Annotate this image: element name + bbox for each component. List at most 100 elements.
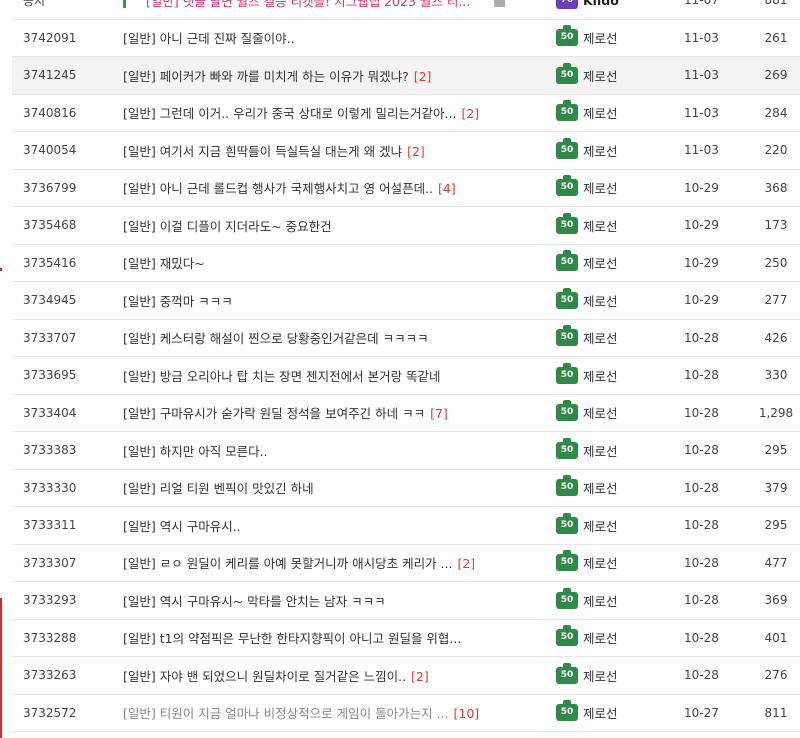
- post-title-link[interactable]: [일반] 댓글 달면 월즈 결승 티켓을! 지그웹랩 2023 월즈 티...: [146, 0, 470, 9]
- level-badge-icon: 50: [556, 287, 578, 309]
- comment-count[interactable]: [10]: [454, 706, 480, 721]
- view-count: 276: [738, 656, 800, 695]
- table-row[interactable]: 3740816 [일반] 그런데 이거.. 우리가 중국 상대로 이렇게 밀리는거…: [12, 94, 800, 132]
- writer-cell[interactable]: 50 제로선: [556, 544, 684, 582]
- notice-row[interactable]: 공지 [일반] 댓글 달면 월즈 결승 티켓을! 지그웹랩 2023 월즈 티..…: [12, 0, 800, 20]
- writer-cell[interactable]: 50 제로선: [556, 619, 684, 657]
- post-title-link[interactable]: [일반] 케스터랑 해설이 찐으로 당황중인거같은데 ㅋㅋㅋㅋ: [123, 331, 429, 346]
- table-row[interactable]: 3733307 [일반] ㄹㅇ 원딜이 케리를 아예 못할거니까 애시당초 케리가…: [12, 544, 800, 582]
- writer-name[interactable]: 제로선: [583, 369, 618, 384]
- writer-name[interactable]: 제로선: [583, 106, 618, 121]
- table-row[interactable]: 3733263 [일반] 자야 밴 되었으니 원딜차이로 질거같은 느낌이.. [2…: [12, 656, 800, 695]
- post-title-cell: [일반] 그런데 이거.. 우리가 중국 상대로 이렇게 밀리는거같아... [2…: [123, 94, 556, 132]
- post-title-link[interactable]: [일반] 여기서 지금 흰딱들이 득실득실 대는게 왜 겠냐: [123, 144, 402, 159]
- post-title-link[interactable]: [일반] 역시 구마유시..: [123, 519, 241, 534]
- writer-cell[interactable]: 50 제로선: [556, 656, 684, 695]
- writer-cell[interactable]: 50 제로선: [556, 469, 684, 507]
- table-row[interactable]: 3733311 [일반] 역시 구마유시.. 50 제로선 10-28 295: [12, 506, 800, 545]
- writer-name[interactable]: 제로선: [583, 669, 618, 684]
- writer-cell[interactable]: 50 제로선: [556, 694, 684, 732]
- table-row[interactable]: 3733404 [일반] 구마유시가 숟가락 원딜 정석을 보여주긴 하네 ㅋㅋ[…: [12, 394, 800, 432]
- writer-cell[interactable]: 50 제로선: [556, 431, 684, 470]
- level-badge-icon: 50: [556, 475, 578, 497]
- writer-name[interactable]: 제로선: [583, 631, 618, 646]
- writer-name[interactable]: 제로선: [583, 294, 618, 309]
- post-number: 3733307: [12, 544, 123, 582]
- post-title-link[interactable]: [일반] ㄹㅇ 원딜이 케리를 아예 못할거니까 애시당초 케리가 ...: [123, 556, 452, 571]
- writer-cell[interactable]: 50 제로선: [556, 356, 684, 395]
- comment-count[interactable]: [2]: [414, 69, 432, 84]
- writer-name[interactable]: 제로선: [583, 481, 618, 496]
- post-date: 11-03: [684, 56, 738, 95]
- post-title-link[interactable]: [일반] 구마유시가 숟가락 원딜 정석을 보여주긴 하네 ㅋㅋ: [123, 406, 425, 421]
- writer-name[interactable]: 제로선: [583, 31, 618, 46]
- writer-name[interactable]: 제로선: [583, 144, 618, 159]
- comment-count[interactable]: [4]: [438, 181, 456, 196]
- comment-count[interactable]: [7]: [430, 406, 448, 421]
- comment-count[interactable]: [2]: [407, 144, 425, 159]
- post-title-link[interactable]: [일반] 이걸 디플이 지더라도~ 중요한건: [123, 219, 332, 234]
- post-title-link[interactable]: [일반] 아니 근데 롤드컵 행사가 국제행사치고 영 어설픈데..: [123, 181, 433, 196]
- writer-name[interactable]: 제로선: [583, 256, 618, 271]
- table-row[interactable]: 3740054 [일반] 여기서 지금 흰딱들이 득실득실 대는게 왜 겠냐 [2]…: [12, 131, 800, 170]
- comment-count[interactable]: [2]: [461, 106, 479, 121]
- post-title-link[interactable]: [일반] 하지만 아직 모른다..: [123, 444, 268, 459]
- table-row[interactable]: 3732572 [일반] 티원이 지금 얼마나 비정상적으로 게임이 돌아가는지 …: [12, 694, 800, 732]
- writer-name[interactable]: 제로선: [583, 181, 618, 196]
- table-row[interactable]: 3733707 [일반] 케스터랑 해설이 찐으로 당황중인거같은데 ㅋㅋㅋㅋ 50…: [12, 319, 800, 357]
- post-title-link[interactable]: [일반] 아니 근데 진짜 질줄이야..: [123, 31, 295, 46]
- table-row[interactable]: 3733383 [일반] 하지만 아직 모른다.. 50 제로선 10-28 295: [12, 431, 800, 470]
- post-title-link[interactable]: [일반] 중꺽마 ㅋㅋㅋ: [123, 294, 233, 309]
- table-row[interactable]: 3742091 [일반] 아니 근데 진짜 질줄이야.. 50 제로선 11-03 261: [12, 19, 800, 57]
- writer-name[interactable]: 제로선: [583, 219, 618, 234]
- post-number: 3734945: [12, 281, 123, 320]
- table-row[interactable]: 3733288 [일반] t1의 약점픽은 무난한 한타지향픽이 아니고 원딜을 …: [12, 619, 800, 657]
- writer-cell[interactable]: 50 제로선: [556, 394, 684, 432]
- writer-cell[interactable]: 50 제로선: [556, 131, 684, 170]
- writer-cell[interactable]: 70 Kiido: [556, 0, 684, 20]
- post-title-link[interactable]: [일반] 티원이 지금 얼마나 비정상적으로 게임이 돌아가는지 ...: [123, 706, 449, 721]
- post-title-link[interactable]: [일반] 리얼 티원 벤픽이 맛있긴 하네: [123, 481, 314, 496]
- left-edge-markers: [0, 0, 3, 738]
- writer-cell[interactable]: 50 제로선: [556, 206, 684, 245]
- post-title-link[interactable]: [일반] 페이커가 빠와 까를 미치게 하는 이유가 뭐겠냐?: [123, 69, 409, 84]
- writer-name[interactable]: 제로선: [583, 706, 618, 721]
- table-row[interactable]: 3735468 [일반] 이걸 디플이 지더라도~ 중요한건 50 제로선 10-29 1…: [12, 206, 800, 245]
- writer-name[interactable]: 제로선: [583, 556, 618, 571]
- table-row[interactable]: 3736799 [일반] 아니 근데 롤드컵 행사가 국제행사치고 영 어설픈데.…: [12, 169, 800, 207]
- post-title-link[interactable]: [일반] 역시 구마유시~ 막타를 안치는 남자 ㅋㅋㅋ: [123, 594, 386, 609]
- post-title-link[interactable]: [일반] 방금 오리아나 탑 치는 장면 젠지전에서 본거랑 똑같네: [123, 369, 441, 384]
- writer-name[interactable]: 제로선: [583, 444, 618, 459]
- table-row[interactable]: 3733695 [일반] 방금 오리아나 탑 치는 장면 젠지전에서 본거랑 똑같…: [12, 356, 800, 395]
- writer-cell[interactable]: 50 제로선: [556, 56, 684, 95]
- writer-cell[interactable]: 50 제로선: [556, 244, 684, 282]
- writer-cell[interactable]: 50 제로선: [556, 506, 684, 545]
- writer-name[interactable]: Kiido: [583, 0, 619, 8]
- table-row[interactable]: 3733293 [일반] 역시 구마유시~ 막타를 안치는 남자 ㅋㅋㅋ 50 제로선…: [12, 581, 800, 620]
- post-title-link[interactable]: [일반] 자야 밴 되었으니 원딜차이로 질거같은 느낌이..: [123, 669, 406, 684]
- comment-count[interactable]: [2]: [411, 669, 429, 684]
- writer-name[interactable]: 제로선: [583, 406, 618, 421]
- writer-cell[interactable]: 50 제로선: [556, 169, 684, 207]
- writer-cell[interactable]: 50 제로선: [556, 581, 684, 620]
- comment-count[interactable]: [2]: [457, 556, 475, 571]
- writer-cell[interactable]: 50 제로선: [556, 319, 684, 357]
- post-title-link[interactable]: [일반] 그런데 이거.. 우리가 중국 상대로 이렇게 밀리는거같아...: [123, 106, 456, 121]
- writer-cell[interactable]: 50 제로선: [556, 94, 684, 132]
- table-row[interactable]: 3733330 [일반] 리얼 티원 벤픽이 맛있긴 하네 50 제로선 10-28 37…: [12, 469, 800, 507]
- writer-name[interactable]: 제로선: [583, 331, 618, 346]
- post-title-cell: [일반] 케스터랑 해설이 찐으로 당황중인거같은데 ㅋㅋㅋㅋ: [123, 319, 556, 357]
- writer-name[interactable]: 제로선: [583, 594, 618, 609]
- table-row[interactable]: 3735416 [일반] 재밌다~ 50 제로선 10-29 250: [12, 244, 800, 282]
- writer-cell[interactable]: 50 제로선: [556, 19, 684, 57]
- writer-cell[interactable]: 50 제로선: [556, 281, 684, 320]
- table-row[interactable]: 3741245 [일반] 페이커가 빠와 까를 미치게 하는 이유가 뭐겠냐? [2…: [12, 56, 800, 95]
- post-title-cell: [일반] 리얼 티원 벤픽이 맛있긴 하네: [123, 469, 556, 507]
- writer-name[interactable]: 제로선: [583, 69, 618, 84]
- view-count: 401: [738, 619, 800, 657]
- post-number: 3733293: [12, 581, 123, 620]
- writer-name[interactable]: 제로선: [583, 519, 618, 534]
- post-title-link[interactable]: [일반] 재밌다~: [123, 256, 205, 271]
- post-title-link[interactable]: [일반] t1의 약점픽은 무난한 한타지향픽이 아니고 원딜을 위협...: [123, 631, 461, 646]
- table-row[interactable]: 3734945 [일반] 중꺽마 ㅋㅋㅋ 50 제로선 10-29 277: [12, 281, 800, 320]
